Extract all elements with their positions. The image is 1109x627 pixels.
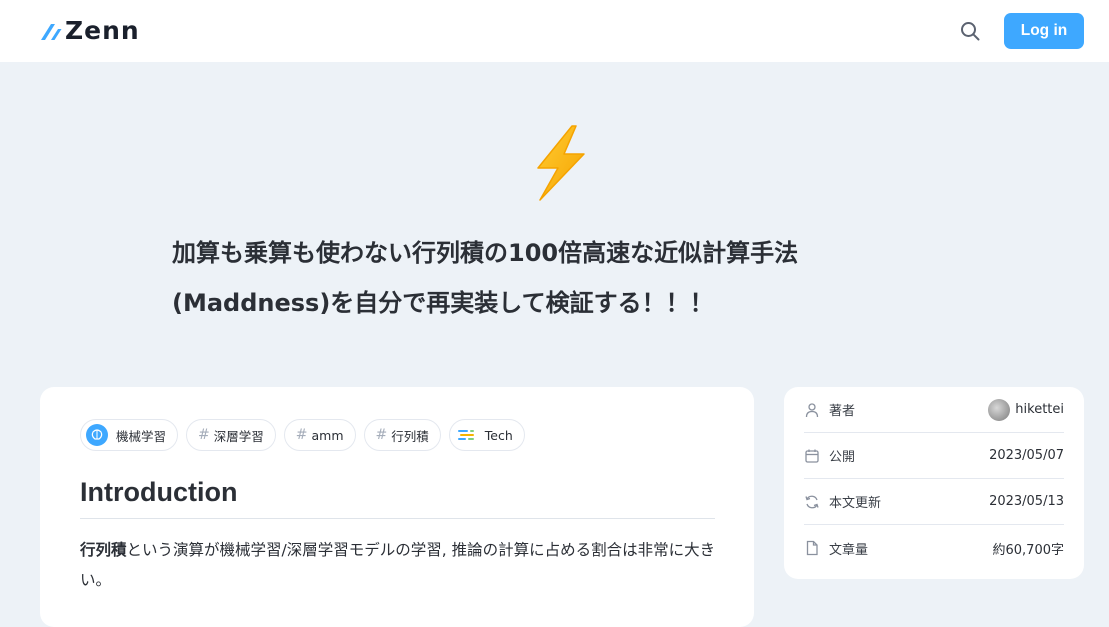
zenn-logo-icon <box>41 24 62 40</box>
site-header: Zenn Log in <box>0 0 1109 62</box>
brain-icon <box>86 424 108 446</box>
hash-icon: # <box>295 427 308 443</box>
login-button[interactable]: Log in <box>1004 13 1084 49</box>
tag-matrix-product[interactable]: # 行列積 <box>363 419 441 451</box>
info-row-updated: 本文更新 2023/05/13 <box>804 479 1064 525</box>
hash-icon: # <box>375 427 388 443</box>
author-link[interactable]: hikettei <box>988 398 1064 421</box>
tag-label: 深層学習 <box>213 428 264 444</box>
heading-divider <box>80 518 715 519</box>
tag-label: 行列積 <box>391 428 429 444</box>
section-heading: Introduction <box>80 477 238 507</box>
article-body-card: 機械学習 # 深層学習 # amm # 行列積 Tech Introductio… <box>40 387 754 627</box>
document-icon <box>806 540 818 556</box>
tag-label: amm <box>311 427 344 443</box>
intro-paragraph: 行列積という演算が機械学習/深層学習モデルの学習, 推論の計算に占める割合は非常… <box>80 535 720 595</box>
high-voltage-icon <box>537 125 585 201</box>
author-name: hikettei <box>1015 402 1064 417</box>
topic-tags: 機械学習 # 深層学習 # amm # 行列積 Tech <box>80 419 525 451</box>
author-label: 著者 <box>829 404 856 419</box>
length-value: 約60,700字 <box>992 542 1065 558</box>
code-icon <box>457 430 474 440</box>
logo-text: Zenn <box>65 16 140 45</box>
user-icon <box>805 402 819 417</box>
search-icon <box>961 22 980 41</box>
tag-label: 機械学習 <box>116 428 167 444</box>
avatar <box>988 398 1011 421</box>
info-row-author: 著者 hikettei <box>804 387 1064 433</box>
paragraph-bold-term: 行列積 <box>80 541 127 559</box>
search-button[interactable] <box>958 19 982 43</box>
paragraph-text: という演算が機械学習/深層学習モデルの学習, 推論の計算に占める割合は非常に大き… <box>80 541 716 589</box>
tag-machine-learning[interactable]: 機械学習 <box>80 419 179 451</box>
article-info-card: 著者 hikettei 公開 2023/05/07 本文更新 2023/05/1… <box>784 387 1084 579</box>
article-title: 加算も乗算も使わない行列積の100倍高速な近似計算手法(Maddness)を自分… <box>172 239 799 317</box>
tag-deep-learning[interactable]: # 深層学習 <box>186 419 276 451</box>
updated-label: 本文更新 <box>829 496 882 511</box>
zenn-logo[interactable]: Zenn <box>40 17 140 45</box>
refresh-icon <box>805 495 819 508</box>
hash-icon: # <box>198 427 210 443</box>
length-label: 文章量 <box>829 542 869 558</box>
tag-label: Tech <box>484 427 513 443</box>
info-row-published: 公開 2023/05/07 <box>804 433 1064 479</box>
updated-date: 2023/05/13 <box>989 494 1064 509</box>
published-date: 2023/05/07 <box>989 448 1064 463</box>
calendar-icon <box>805 449 819 463</box>
tag-amm[interactable]: # amm <box>283 419 356 451</box>
tag-tech[interactable]: Tech <box>448 419 525 451</box>
published-label: 公開 <box>829 450 856 465</box>
info-row-length: 文章量 約60,700字 <box>804 525 1064 571</box>
